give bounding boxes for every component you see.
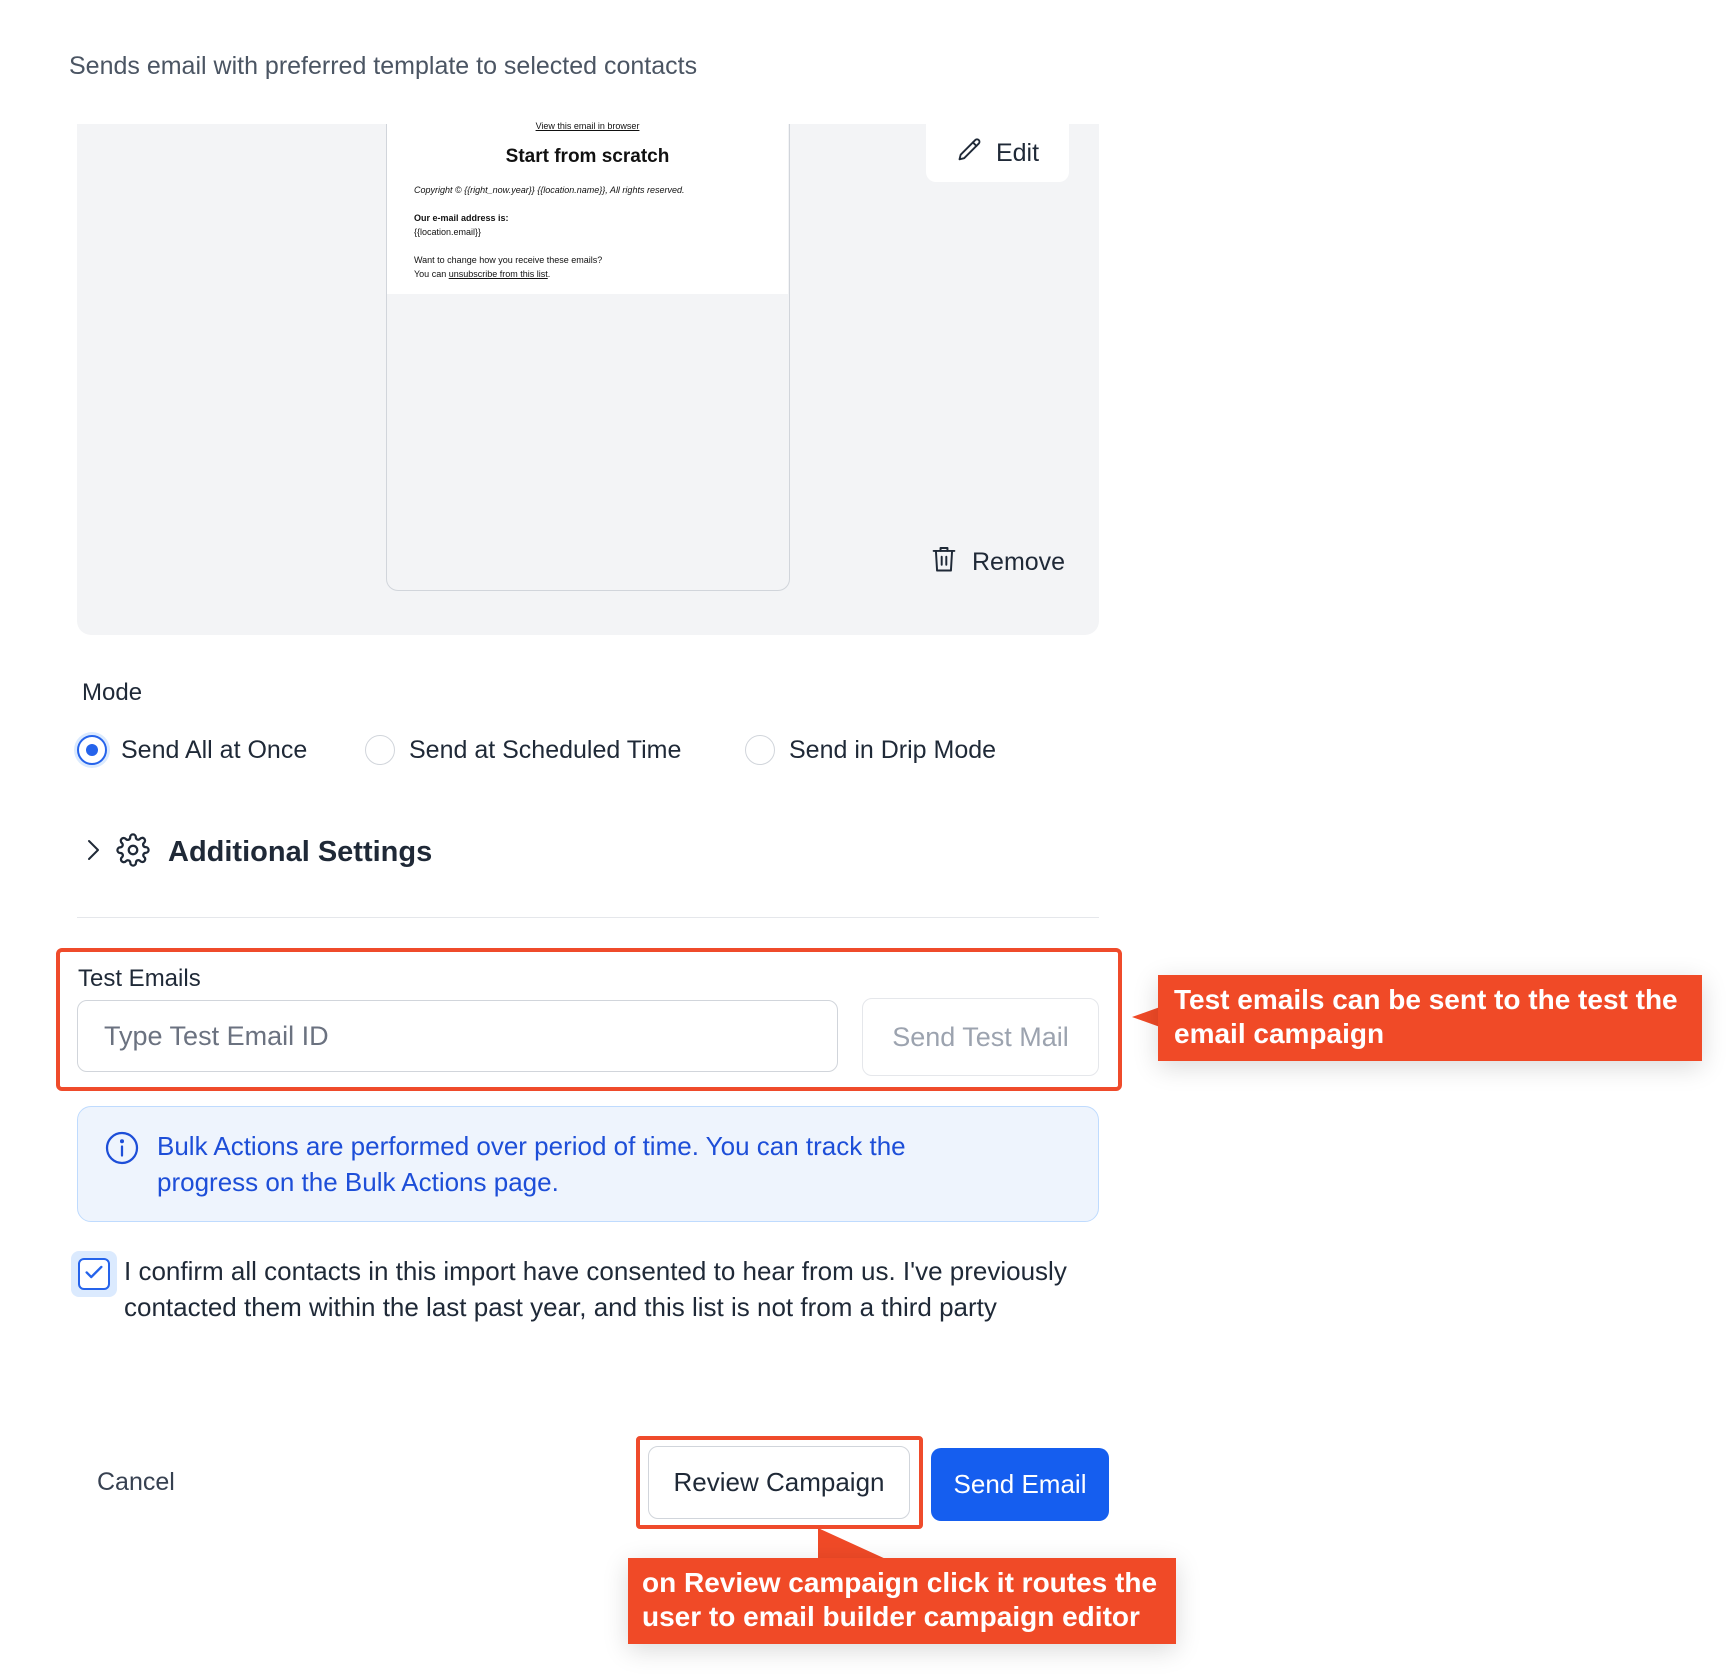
edit-template-button[interactable]: Edit xyxy=(926,124,1069,182)
unsubscribe-suffix: . xyxy=(547,269,551,279)
annotation-pointer xyxy=(818,1528,888,1560)
unsubscribe-prefix: You can xyxy=(414,269,449,279)
additional-settings-toggle[interactable]: Additional Settings xyxy=(82,833,432,872)
additional-settings-label: Additional Settings xyxy=(168,836,433,868)
checkmark-icon xyxy=(83,1261,105,1288)
mode-send-all-at-once[interactable]: Send All at Once xyxy=(77,735,307,765)
consent-checkbox[interactable] xyxy=(71,1251,117,1297)
review-campaign-button[interactable]: Review Campaign xyxy=(648,1446,910,1519)
radio-send-at-scheduled-time[interactable] xyxy=(365,735,395,765)
review-campaign-annotation: on Review campaign click it routes the u… xyxy=(628,1558,1176,1644)
edit-label: Edit xyxy=(995,138,1040,167)
radio-send-all-at-once[interactable] xyxy=(77,735,107,765)
page-subtitle: Sends email with preferred template to s… xyxy=(69,52,698,80)
mode-send-at-scheduled-time[interactable]: Send at Scheduled Time xyxy=(365,735,681,765)
mode-option-label: Send All at Once xyxy=(121,735,308,764)
pencil-icon xyxy=(956,136,984,171)
bulk-actions-info-text: Bulk Actions are performed over period o… xyxy=(157,1131,906,1197)
annotation-pointer xyxy=(1132,1007,1160,1027)
gear-icon xyxy=(116,833,150,872)
view-in-browser-link: View this email in browser xyxy=(535,121,640,131)
test-email-input[interactable] xyxy=(77,1000,838,1072)
email-preview-title: Start from scratch xyxy=(505,146,670,167)
email-unsubscribe-row: You can unsubscribe from this list. xyxy=(414,267,550,281)
consent-text: I confirm all contacts in this import ha… xyxy=(124,1256,1067,1322)
chevron-right-icon xyxy=(82,837,104,868)
consent-checkbox-box xyxy=(78,1258,110,1290)
email-address-label: Our e-mail address is: xyxy=(414,213,509,223)
cancel-button[interactable]: Cancel xyxy=(97,1468,175,1497)
radio-send-in-drip-mode[interactable] xyxy=(745,735,775,765)
email-address-value: {{location.email}} xyxy=(414,227,482,237)
unsubscribe-link: unsubscribe from this list xyxy=(448,269,548,279)
send-email-button[interactable]: Send Email xyxy=(931,1448,1109,1521)
email-change-text: Want to change how you receive these ema… xyxy=(414,255,603,265)
send-test-mail-button[interactable]: Send Test Mail xyxy=(862,998,1099,1076)
trash-icon xyxy=(930,544,958,581)
remove-template-button[interactable]: Remove xyxy=(930,544,1065,581)
remove-label: Remove xyxy=(972,548,1066,576)
test-emails-label: Test Emails xyxy=(78,965,201,992)
email-copyright: Copyright © {{right_now.year}} {{locatio… xyxy=(414,185,685,195)
mode-option-label: Send in Drip Mode xyxy=(789,735,997,764)
mode-send-in-drip-mode[interactable]: Send in Drip Mode xyxy=(745,735,996,765)
mode-option-label: Send at Scheduled Time xyxy=(409,735,682,764)
info-icon xyxy=(104,1130,140,1171)
section-divider xyxy=(77,917,1099,918)
test-emails-annotation: Test emails can be sent to the test the … xyxy=(1158,975,1702,1061)
mode-label: Mode xyxy=(82,679,143,706)
